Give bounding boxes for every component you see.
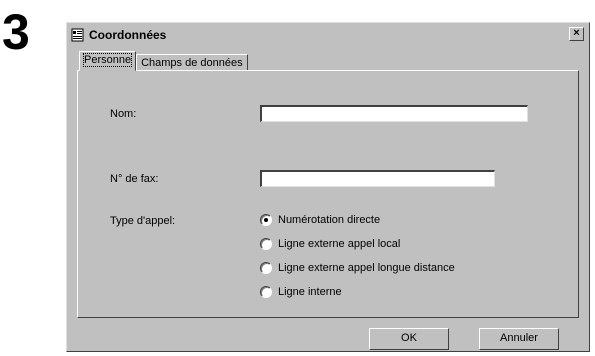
- radio-button[interactable]: [260, 286, 272, 298]
- radio-button[interactable]: [260, 238, 272, 250]
- tab-panel: Nom: N° de fax: Type d'appel: Numérotati…: [77, 70, 579, 318]
- radio-button[interactable]: [260, 214, 272, 226]
- radio-numerotation-directe[interactable]: Numérotation directe: [260, 214, 380, 226]
- tab-personne[interactable]: Personne: [79, 51, 137, 71]
- name-label: Nom:: [110, 108, 137, 120]
- cancel-label: Annuler: [500, 332, 538, 344]
- name-field[interactable]: [260, 105, 528, 122]
- address-book-icon: [71, 28, 84, 42]
- tab-label: Personne: [82, 53, 133, 67]
- radio-label: Ligne externe appel local: [278, 238, 401, 250]
- close-icon: ×: [573, 27, 580, 39]
- radio-label: Ligne externe appel longue distance: [278, 262, 455, 274]
- radio-label: Numérotation directe: [278, 214, 381, 226]
- radio-ligne-interne[interactable]: Ligne interne: [260, 286, 342, 298]
- coordonnees-dialog: Coordonnées × Personne Champs de données…: [66, 22, 590, 352]
- ok-button[interactable]: OK: [369, 328, 449, 350]
- tab-champs-de-donnees[interactable]: Champs de données: [136, 54, 248, 71]
- close-button[interactable]: ×: [569, 27, 584, 41]
- radio-ligne-externe-local[interactable]: Ligne externe appel local: [260, 238, 400, 250]
- radio-button[interactable]: [260, 262, 272, 274]
- fax-field[interactable]: [260, 170, 495, 187]
- ok-label: OK: [401, 332, 417, 344]
- cancel-button[interactable]: Annuler: [479, 328, 559, 350]
- call-type-label: Type d'appel:: [110, 215, 176, 227]
- window-title: Coordonnées: [89, 28, 167, 42]
- title-bar: Coordonnées ×: [70, 26, 586, 44]
- tab-label: Champs de données: [141, 57, 243, 69]
- fax-label: N° de fax:: [110, 173, 159, 185]
- tab-strip: Personne Champs de données: [79, 51, 248, 71]
- step-number: 3: [2, 4, 30, 60]
- radio-label: Ligne interne: [278, 286, 342, 298]
- radio-ligne-externe-longue-distance[interactable]: Ligne externe appel longue distance: [260, 262, 455, 274]
